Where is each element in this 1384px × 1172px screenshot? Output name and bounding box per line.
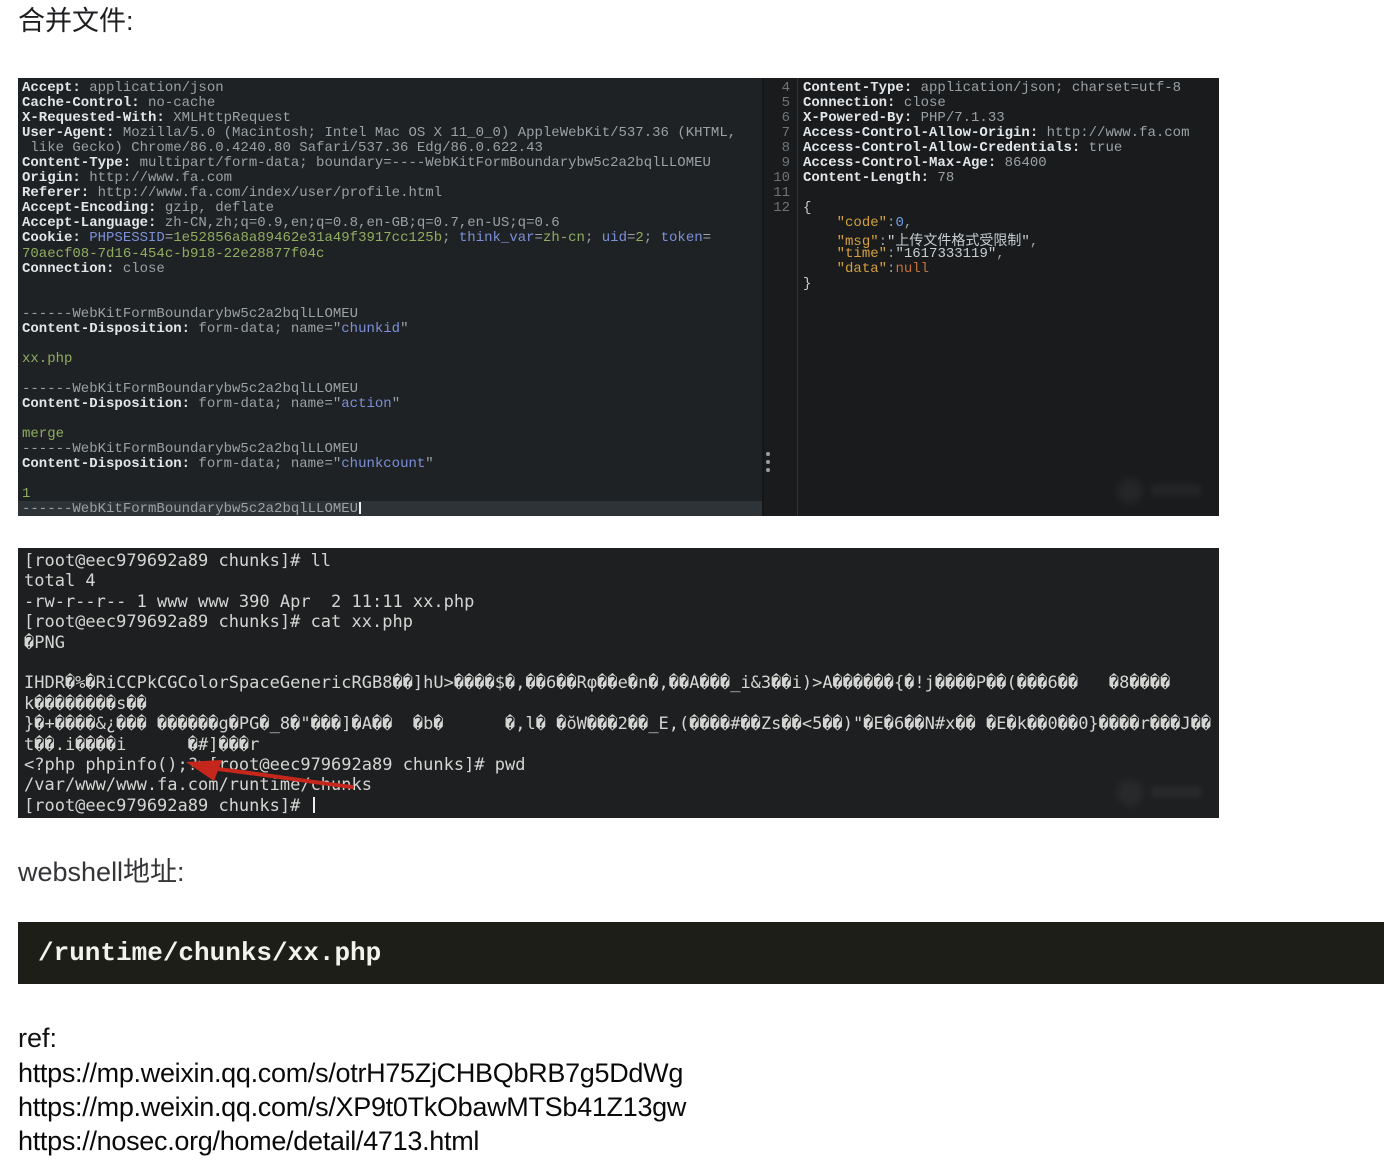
http-editor-screenshot: Accept: application/jsonCache-Control: n… (18, 78, 1219, 516)
article-page: 合并文件: Accept: application/jsonCache-Cont… (0, 0, 1384, 1172)
response-editor-pane[interactable]: 4Content-Type: application/json; charset… (764, 78, 1219, 516)
ref-url[interactable]: https://mp.weixin.qq.com/s/XP9t0TkObawMT… (18, 1090, 686, 1124)
webshell-path-codeblock: /runtime/chunks/xx.php (18, 922, 1384, 984)
terminal-pane[interactable]: [root@eec979692a89 chunks]# lltotal 4-rw… (24, 551, 1219, 816)
webshell-path: /runtime/chunks/xx.php (38, 938, 381, 968)
ref-url[interactable]: https://mp.weixin.qq.com/s/otrH75ZjCHBQb… (18, 1056, 686, 1090)
ref-url[interactable]: https://nosec.org/home/detail/4713.html (18, 1124, 686, 1158)
section-title-merge: 合并文件: (18, 6, 134, 36)
webshell-label: webshell地址: (18, 857, 185, 887)
response-code: 4Content-Type: application/json; charset… (764, 80, 1219, 291)
ref-label: ref: (18, 1023, 57, 1053)
reference-list: https://mp.weixin.qq.com/s/otrH75ZjCHBQb… (18, 1056, 686, 1158)
panel-drag-handle-icon[interactable] (766, 452, 772, 476)
request-editor-pane[interactable]: Accept: application/jsonCache-Control: n… (18, 78, 762, 516)
terminal-screenshot: [root@eec979692a89 chunks]# lltotal 4-rw… (18, 548, 1219, 818)
